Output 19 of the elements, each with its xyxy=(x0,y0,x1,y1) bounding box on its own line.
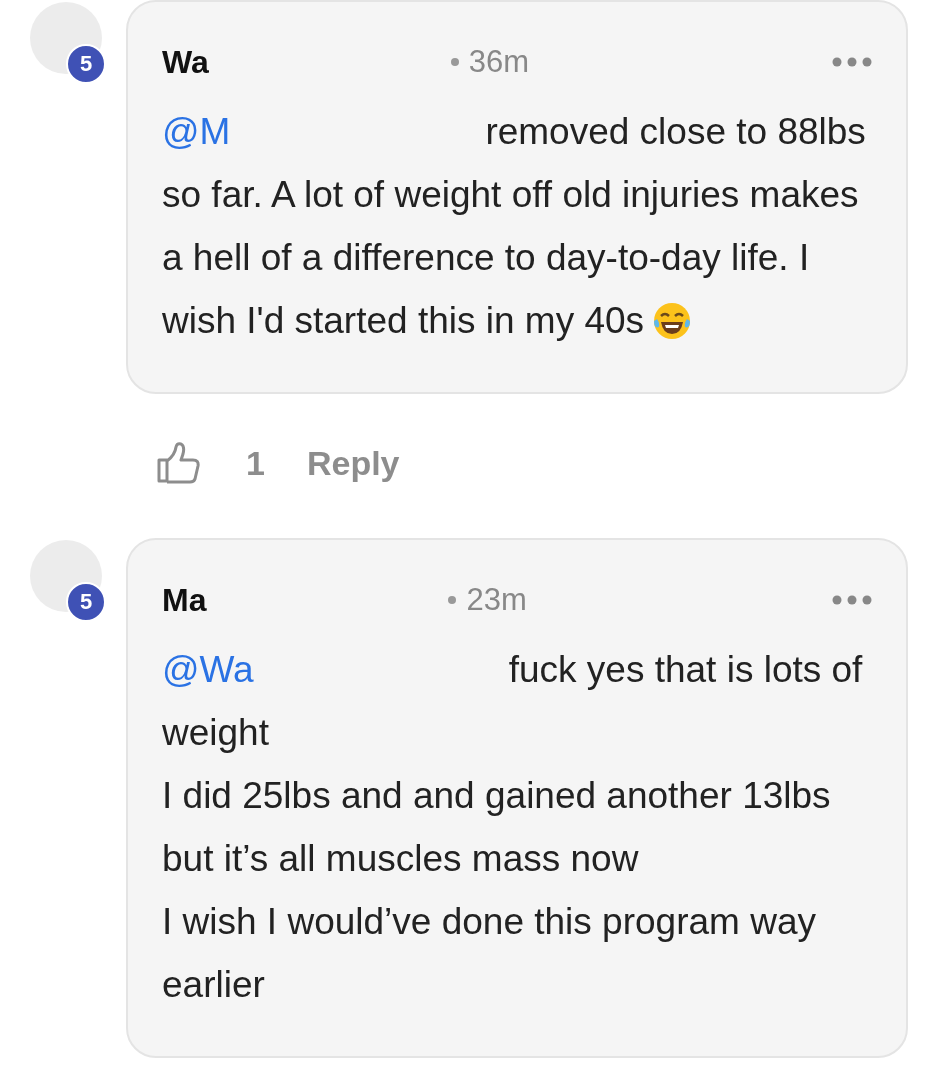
timestamp: 36m xyxy=(468,44,530,80)
comment-text: I wish I would’ve done this program way earlier xyxy=(162,900,817,1007)
author-name[interactable]: Ma xyxy=(162,581,207,619)
level-badge: 5 xyxy=(66,44,106,84)
thumbs-up-icon[interactable] xyxy=(156,442,202,484)
timestamp: 23m xyxy=(466,582,527,618)
level-badge: 5 xyxy=(66,582,106,622)
mention-link[interactable]: @M xyxy=(162,111,231,152)
author-name[interactable]: Wa xyxy=(162,43,209,81)
like-count: 1 xyxy=(246,443,265,483)
reply-button[interactable]: Reply xyxy=(306,443,400,483)
more-icon[interactable] xyxy=(832,57,872,67)
comment-text: @Wa fuck yes that is lots of weight xyxy=(162,648,864,755)
comment-text: I did 25lbs and and gained another 13lbs but it’s all muscles mass now xyxy=(162,774,832,881)
comment-text: @M removed close to 88lbs so far. A lot of weight off old injuries makes a hell of a difference to day-to-day life. I wish I'd started this in my 40s xyxy=(162,110,867,343)
separator-dot-icon xyxy=(450,58,459,66)
separator-dot-icon xyxy=(448,596,457,604)
mention-link[interactable]: @Wa xyxy=(162,649,254,690)
more-icon[interactable] xyxy=(832,595,872,605)
